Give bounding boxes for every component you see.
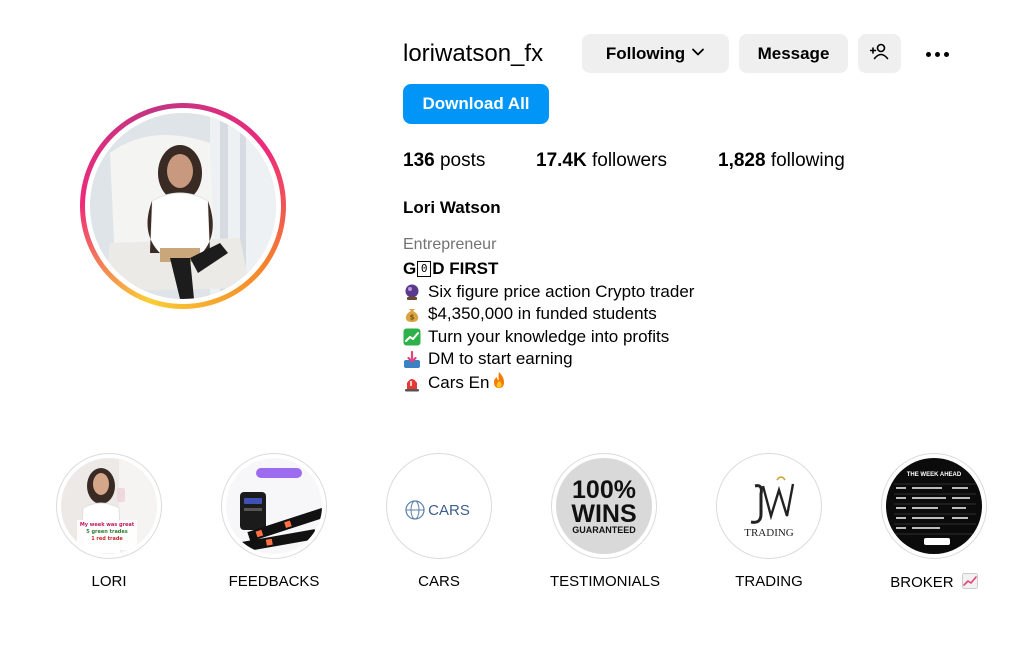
highlight-cover-ring: 100% WINS GUARANTEED [551, 453, 657, 559]
highlight-feedbacks[interactable]: FEEDBACKS [220, 453, 328, 590]
followers-count: 17.4K [536, 150, 587, 171]
suggest-people-button[interactable] [858, 34, 901, 73]
profile-full-name: Lori Watson [403, 198, 501, 217]
followers-label: followers [591, 150, 667, 171]
highlight-trading[interactable]: TRADING TRADING [715, 453, 823, 590]
svg-text:THE WEEK AHEAD: THE WEEK AHEAD [907, 472, 962, 478]
following-label: following [770, 150, 845, 171]
svg-text:5 green trades: 5 green trades [86, 529, 128, 535]
highlight-cars-image-text: CARS [428, 502, 470, 519]
avatar-frame [85, 108, 281, 304]
profile-username: loriwatson_fx [403, 40, 544, 67]
bio-title-box-char: 0 [417, 261, 432, 278]
highlight-cover-ring: CARS [386, 453, 492, 559]
bio-line: $ $4,350,000 in funded students [403, 303, 694, 326]
profile-category: Entrepreneur [403, 236, 497, 253]
highlight-testimonials[interactable]: 100% WINS GUARANTEED TESTIMONIALS [550, 453, 661, 590]
highlight-cover-ring: TRADING [716, 453, 822, 559]
following-button[interactable]: Following [582, 34, 729, 73]
highlight-lori[interactable]: My week was great 5 green trades 1 red t… [55, 453, 163, 590]
highlight-label: BROKER [880, 573, 988, 593]
bio-line: DM to start earning [403, 348, 694, 371]
fire-icon [491, 371, 507, 396]
svg-text:1 red trade: 1 red trade [91, 536, 123, 542]
chart-up-icon [961, 573, 978, 593]
highlight-cover: TRADING [721, 458, 817, 554]
highlight-cover: THE WEEK AHEAD [886, 458, 982, 554]
siren-icon [403, 374, 421, 392]
following-count: 1,828 [718, 150, 766, 171]
bio-line: Six figure price action Crypto trader [403, 281, 694, 304]
avatar-photo-illustration [90, 113, 276, 299]
highlight-cover: 100% WINS GUARANTEED [556, 458, 652, 554]
svg-text:TRADING: TRADING [744, 527, 794, 539]
highlight-cover [226, 458, 322, 554]
highlight-label: FEEDBACKS [228, 573, 320, 590]
inbox-icon [403, 350, 421, 369]
money-bag-icon: $ [403, 305, 421, 323]
bio-title: G0D FIRST [403, 259, 499, 278]
message-button-label: Message [757, 43, 830, 63]
highlight-label: LORI [91, 573, 127, 590]
highlight-label: TRADING [735, 573, 803, 590]
highlight-label: CARS [418, 573, 460, 590]
posts-count: 136 [403, 150, 435, 171]
crystal-ball-icon [403, 283, 421, 301]
highlight-cover-ring [221, 453, 327, 559]
highlight-cars[interactable]: CARS CARS [385, 453, 493, 590]
highlight-label: TESTIMONIALS [550, 573, 661, 590]
chart-up-icon [403, 328, 421, 346]
following-button-label: Following [605, 43, 686, 63]
posts-label: posts [439, 150, 486, 171]
highlight-cover-ring: THE WEEK AHEAD [881, 453, 987, 559]
following-stat[interactable]: 1,828 following [718, 150, 845, 172]
posts-stat[interactable]: 136 posts [403, 150, 536, 172]
svg-text:$: $ [410, 314, 415, 322]
svg-text:My week was great: My week was great [80, 522, 135, 528]
highlight-cover: My week was great 5 green trades 1 red t… [61, 458, 157, 554]
svg-text:WINS: WINS [571, 500, 636, 528]
highlight-broker[interactable]: THE WEEK AHEAD BROKER [880, 453, 988, 593]
svg-text:GUARANTEED: GUARANTEED [572, 525, 636, 535]
avatar[interactable] [90, 113, 276, 299]
profile-bio: G0D FIRST Six figure price action Crypto… [403, 258, 694, 396]
bio-line: Turn your knowledge into profits [403, 326, 694, 349]
highlight-cover-ring: My week was great 5 green trades 1 red t… [56, 453, 162, 559]
profile-avatar-ring[interactable] [80, 103, 286, 309]
followers-stat[interactable]: 17.4K followers [536, 150, 718, 172]
bio-line: Cars En [403, 371, 694, 396]
add-person-icon [869, 42, 890, 65]
more-options-icon[interactable] [915, 40, 959, 68]
chevron-down-icon [691, 44, 705, 64]
message-button[interactable]: Message [739, 34, 848, 73]
highlight-cover: CARS [391, 458, 487, 554]
profile-stats: 136 posts 17.4K followers 1,828 followin… [403, 150, 845, 172]
download-all-button[interactable]: Download All [403, 84, 549, 124]
